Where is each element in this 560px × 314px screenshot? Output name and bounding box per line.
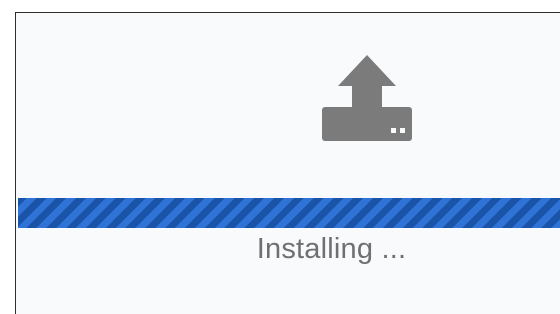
install-status-text: Installing ...	[256, 233, 407, 265]
install-panel: Installing ...	[15, 12, 560, 314]
upload-icon	[322, 55, 412, 141]
progress-fill	[18, 198, 560, 228]
install-progress-bar	[18, 198, 560, 228]
